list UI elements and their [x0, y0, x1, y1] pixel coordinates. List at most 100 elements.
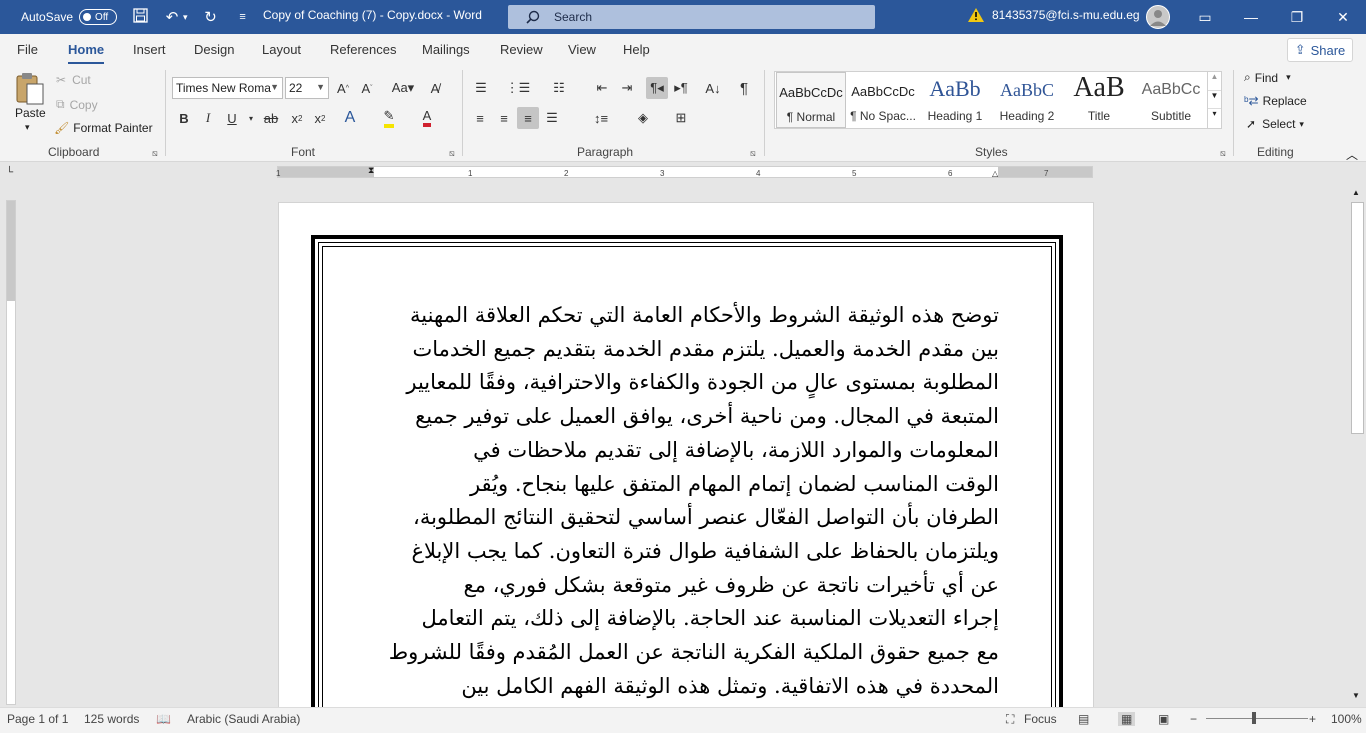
document-line[interactable]: توضح هذه الوثيقة الشروط والأحكام العامة …: [375, 299, 999, 333]
bold-icon[interactable]: B: [173, 107, 195, 129]
shading-icon[interactable]: ◈: [632, 107, 654, 129]
paragraph-launcher-icon[interactable]: ⧅: [750, 148, 756, 159]
zoom-level[interactable]: 100%: [1331, 712, 1362, 726]
superscript-icon[interactable]: x2: [309, 107, 331, 129]
font-size-combo[interactable]: 22 ▼: [285, 77, 329, 99]
copy-button[interactable]: ⧉ Copy: [56, 97, 98, 112]
autosave-toggle[interactable]: Off: [79, 9, 118, 25]
document-body[interactable]: توضح هذه الوثيقة الشروط والأحكام العامة …: [375, 299, 999, 703]
zoom-slider[interactable]: [1206, 718, 1308, 719]
ltr-direction-icon[interactable]: ▸¶: [670, 77, 692, 99]
align-right-icon[interactable]: ≡: [517, 107, 539, 129]
subscript-icon[interactable]: x2: [286, 107, 308, 129]
cut-button[interactable]: ✂ Cut: [56, 73, 91, 87]
collapse-ribbon-icon[interactable]: ︿: [1346, 146, 1358, 163]
tab-insert[interactable]: Insert: [133, 42, 166, 57]
print-layout-icon[interactable]: ▦: [1118, 712, 1136, 726]
close-icon[interactable]: ✕: [1320, 0, 1366, 34]
paste-label[interactable]: Paste: [15, 106, 46, 120]
tab-review[interactable]: Review: [500, 42, 543, 57]
share-button[interactable]: ⇪ Share: [1287, 38, 1353, 62]
styles-launcher-icon[interactable]: ⧅: [1220, 148, 1226, 159]
indent-marker-icon[interactable]: ⧗: [368, 165, 374, 176]
document-line[interactable]: المتبعة في المجال. ومن ناحية أخرى، يوافق…: [375, 400, 999, 434]
tab-help[interactable]: Help: [623, 42, 650, 57]
restore-icon[interactable]: ❐: [1274, 0, 1320, 34]
web-layout-icon[interactable]: ▣: [1158, 712, 1169, 726]
minimize-icon[interactable]: —: [1228, 0, 1274, 34]
document-line[interactable]: المطلوبة بمستوى عالٍ من الجودة والكفاءة …: [375, 366, 999, 400]
document-line[interactable]: الطرفان بأن التواصل الفعّال عنصر أساسي ل…: [375, 501, 999, 535]
zoom-slider-knob[interactable]: [1252, 712, 1256, 724]
style-title[interactable]: AaB Title: [1063, 72, 1135, 128]
clear-formatting-icon[interactable]: A̸: [424, 77, 446, 99]
scroll-up-icon[interactable]: ▲: [1208, 72, 1221, 90]
document-line[interactable]: إجراء التعديلات المناسبة عند الحاجة. بال…: [375, 602, 999, 636]
line-spacing-icon[interactable]: ↕≡: [590, 107, 612, 129]
font-launcher-icon[interactable]: ⧅: [449, 148, 455, 159]
decrease-indent-icon[interactable]: ⇤: [591, 77, 613, 99]
bullets-icon[interactable]: ☰: [470, 77, 492, 99]
style-normal[interactable]: AaBbCcDc ¶ Normal: [776, 72, 846, 128]
scroll-down-icon[interactable]: ▼: [1208, 90, 1221, 108]
paste-dropdown-icon[interactable]: ▾: [25, 122, 30, 133]
document-line[interactable]: الوقت المناسب لضمان إتمام المهام المتفق …: [375, 468, 999, 502]
font-color-icon[interactable]: A: [416, 107, 438, 129]
scroll-thumb[interactable]: [1351, 202, 1364, 434]
style-heading-2[interactable]: AaBbC Heading 2: [991, 72, 1063, 128]
right-indent-marker-icon[interactable]: △: [992, 169, 998, 178]
change-case-icon[interactable]: Aa▾: [388, 77, 418, 99]
clipboard-launcher-icon[interactable]: ⧅: [152, 148, 158, 159]
select-button[interactable]: ➚ Select ▾: [1246, 117, 1304, 131]
vertical-scrollbar[interactable]: ▲ ▼: [1349, 186, 1366, 706]
document-line[interactable]: عن أي تأخيرات ناتجة عن ظروف غير متوقعة ب…: [375, 569, 999, 603]
replace-button[interactable]: ᵇ⇄ Replace: [1244, 94, 1307, 108]
tab-design[interactable]: Design: [194, 42, 234, 57]
italic-icon[interactable]: I: [197, 107, 219, 129]
format-painter-button[interactable]: 🖌 Format Painter: [54, 121, 153, 135]
style-heading-1[interactable]: AaBb Heading 1: [919, 72, 991, 128]
shrink-font-icon[interactable]: Aˇ: [356, 77, 378, 99]
document-line[interactable]: المعلومات والموارد اللازمة، بالإضافة إلى…: [375, 434, 999, 468]
numbering-icon[interactable]: ⋮☰: [506, 77, 531, 99]
account-warning[interactable]: 81435375@fci.s-mu.edu.eg: [968, 8, 1140, 22]
horizontal-ruler[interactable]: 1 1 2 3 4 5 6 7 ⧗ △: [276, 165, 1093, 178]
strikethrough-icon[interactable]: ab: [260, 107, 282, 129]
find-button[interactable]: ⌕ Find ▾: [1244, 70, 1291, 85]
sort-icon[interactable]: A↓: [702, 77, 724, 99]
document-line[interactable]: بين مقدم الخدمة والعميل. يلتزم مقدم الخد…: [375, 333, 999, 367]
text-effects-icon[interactable]: A: [339, 107, 361, 129]
ribbon-display-icon[interactable]: ▭: [1182, 0, 1228, 34]
paste-icon[interactable]: [14, 72, 46, 106]
customize-qat-icon[interactable]: ≡: [234, 11, 252, 23]
rtl-direction-icon[interactable]: ¶◂: [646, 77, 668, 99]
focus-icon[interactable]: ⛶: [1006, 712, 1014, 727]
read-mode-icon[interactable]: ▤: [1078, 712, 1089, 726]
grow-font-icon[interactable]: A ^: [332, 77, 354, 99]
document-line[interactable]: المحددة في هذه الاتفاقية. وتمثل هذه الوث…: [375, 670, 999, 704]
focus-button[interactable]: Focus: [1024, 712, 1057, 726]
justify-icon[interactable]: ☰: [541, 107, 563, 129]
style-subtitle[interactable]: AaBbCc Subtitle: [1135, 72, 1207, 128]
font-name-combo[interactable]: Times New Roma ▼: [172, 77, 283, 99]
tab-references[interactable]: References: [330, 42, 396, 57]
tab-selector-icon[interactable]: └: [6, 167, 13, 178]
save-icon[interactable]: [131, 7, 149, 27]
avatar[interactable]: [1146, 5, 1170, 29]
multilevel-list-icon[interactable]: ☷: [548, 77, 570, 99]
redo-icon[interactable]: ↻: [202, 8, 220, 26]
undo-dropdown-icon[interactable]: ▾: [183, 12, 188, 23]
more-styles-icon[interactable]: ▾: [1208, 108, 1221, 126]
tab-home[interactable]: Home: [68, 42, 105, 65]
undo-icon[interactable]: ↶: [163, 8, 181, 26]
tab-layout[interactable]: Layout: [262, 42, 301, 57]
language-indicator[interactable]: Arabic (Saudi Arabia): [187, 712, 300, 726]
borders-icon[interactable]: ⊞: [670, 107, 692, 129]
zoom-in-icon[interactable]: +: [1309, 712, 1316, 726]
proofing-icon[interactable]: 📖: [156, 712, 171, 726]
search-box[interactable]: Search: [508, 5, 875, 29]
underline-dropdown-icon[interactable]: ▾: [240, 107, 262, 129]
align-left-icon[interactable]: ≡: [469, 107, 491, 129]
align-center-icon[interactable]: ≡: [493, 107, 515, 129]
show-marks-icon[interactable]: ¶: [733, 77, 755, 99]
